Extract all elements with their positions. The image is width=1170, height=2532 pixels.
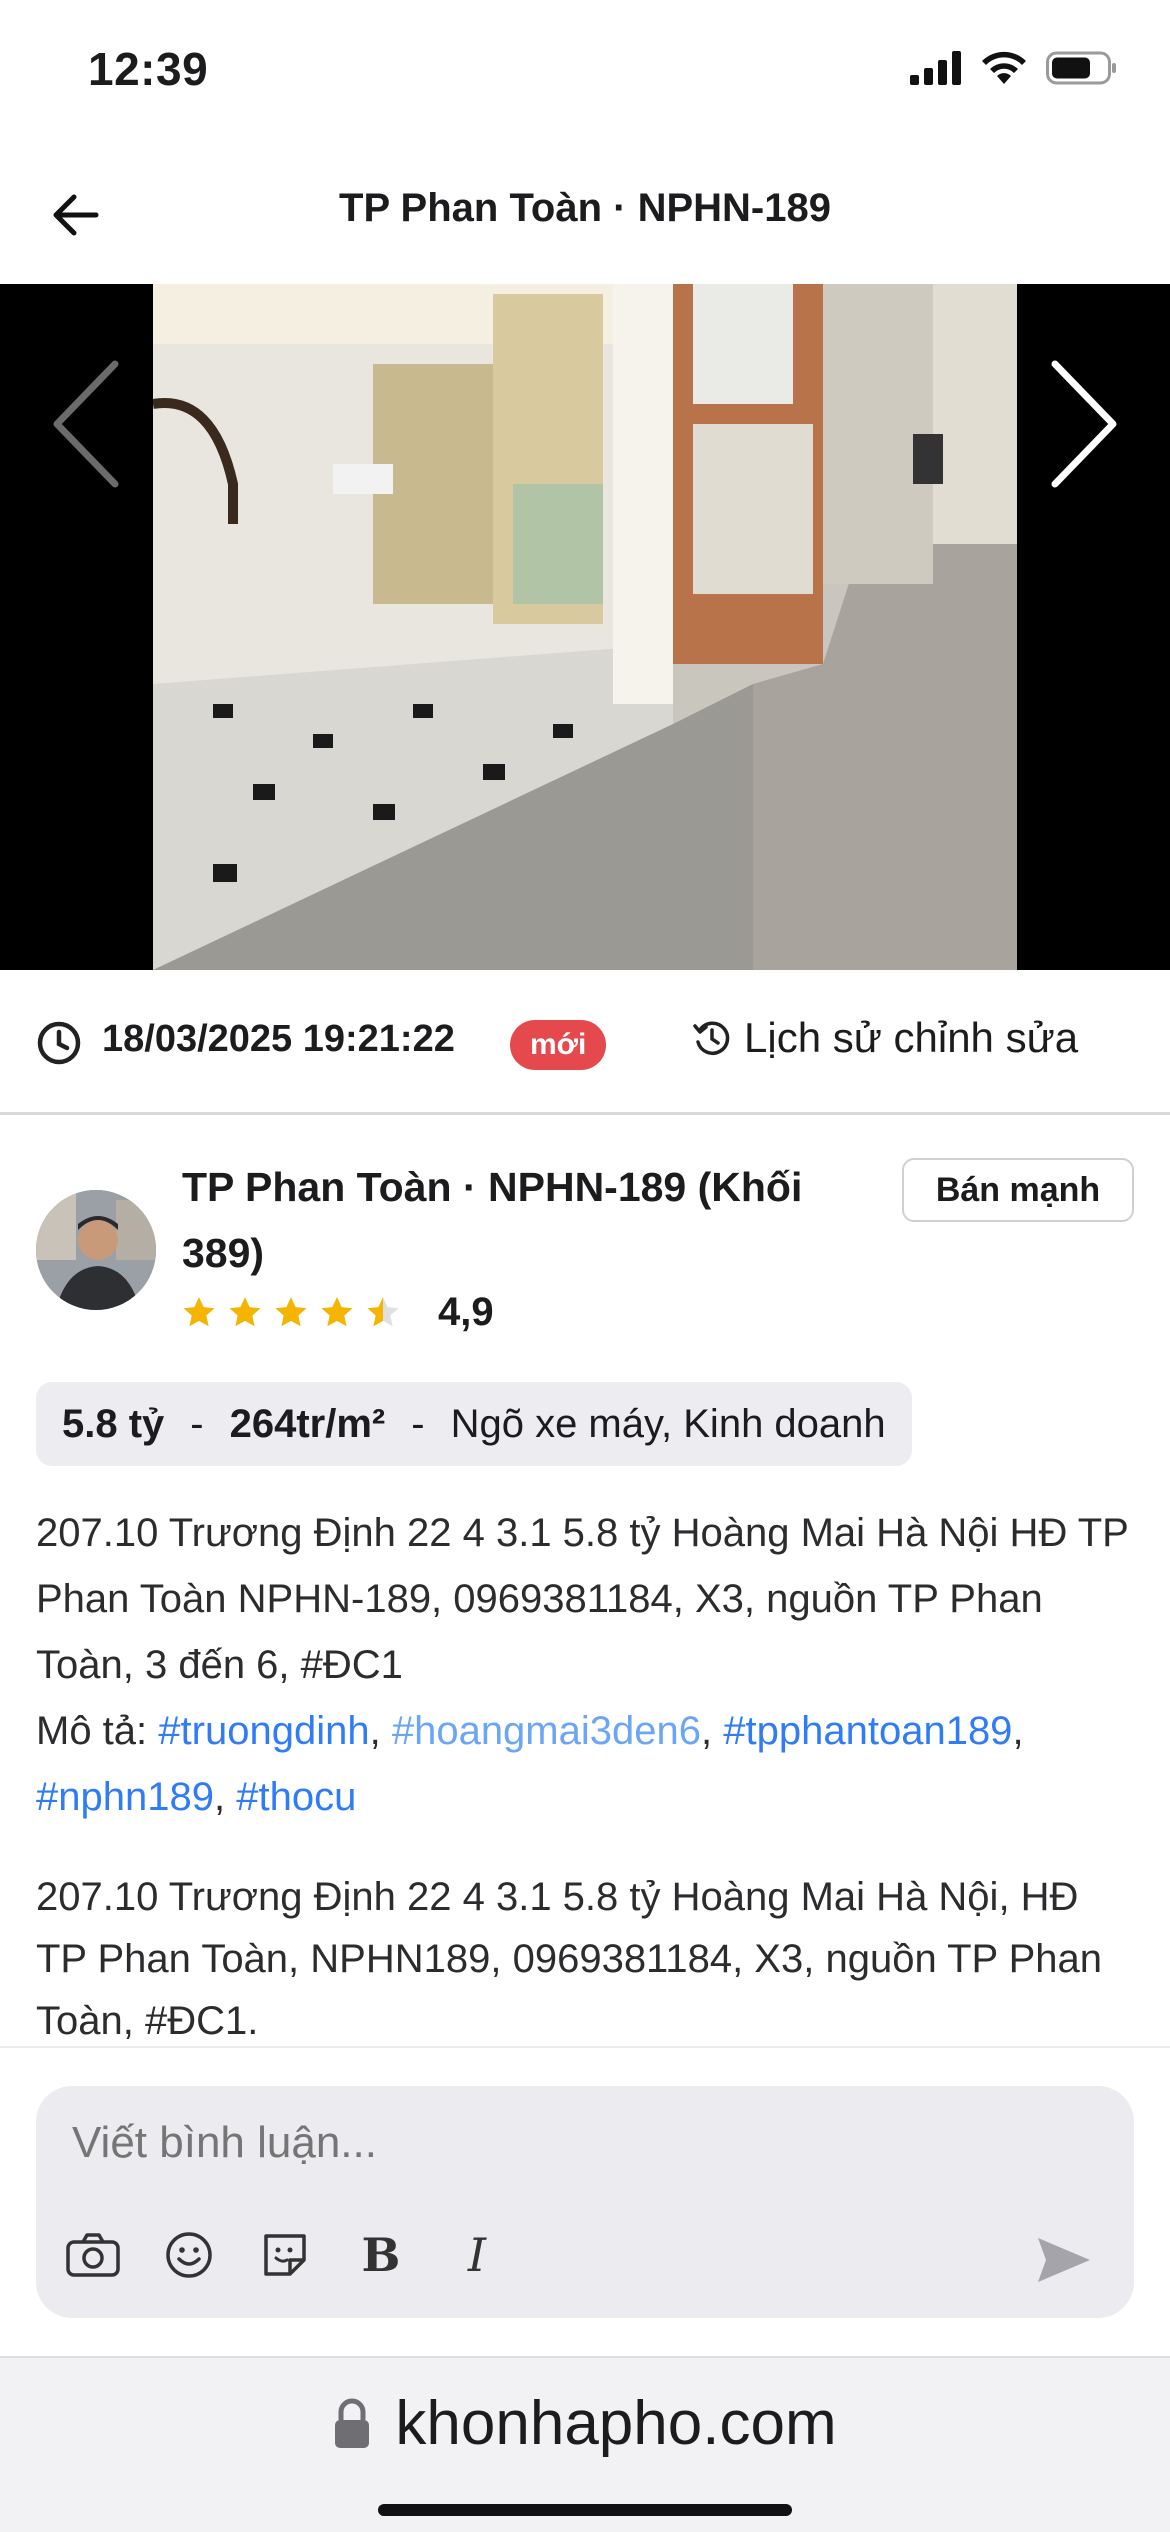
star-icon [275,1296,307,1326]
half-star-icon [367,1296,399,1326]
price-per-m2: 264tr/m² [229,1401,386,1446]
wifi-icon [982,51,1026,84]
listing-photo[interactable] [153,284,1017,970]
star-icon [229,1296,261,1326]
status-time: 12:39 [88,43,209,95]
hashtag-link[interactable]: #nphn189 [36,1775,214,1819]
star-icon [183,1296,215,1326]
price-separator: - [190,1401,204,1446]
listing-description-secondary: 207.10 Trương Định 22 4 3.1 5.8 tỷ Hoàng… [36,1875,1102,2043]
price-separator: - [411,1401,425,1446]
description-text: 207.10 Trương Định 22 4 3.1 5.8 tỷ Hoàng… [36,1511,1129,1687]
url-field[interactable]: khonhapho.com [0,2388,1170,2459]
comment-composer-area: B I [0,2046,1170,2356]
star-icon [321,1296,353,1326]
listing-meta-row: 18/03/2025 19:21:22 mới Lịch sử chỉnh sử… [0,970,1170,1115]
sticker-icon [264,2234,306,2276]
price-total: 5.8 tỷ [62,1401,165,1446]
photo-gallery[interactable] [0,284,1170,970]
seller-tag-badge: Bán mạnh [902,1158,1134,1222]
property-features: Ngõ xe máy, Kinh doanh [450,1401,886,1446]
price-summary-chip: 5.8 tỷ - 264tr/m² - Ngõ xe máy, Kinh doa… [36,1382,912,1466]
status-icons [910,50,1118,86]
mo-ta-label: Mô tả: [36,1709,148,1753]
rating-stars [180,1294,402,1332]
seller-name[interactable]: TP Phan Toàn · NPHN-189 (Khối 389) [182,1154,882,1286]
home-indicator[interactable] [378,2504,792,2516]
hashtag-link[interactable]: #truongdinh [158,1709,369,1753]
listing-description: 207.10 Trương Định 22 4 3.1 5.8 tỷ Hoàng… [36,1500,1136,1830]
new-badge: mới [510,1020,607,1070]
camera-icon [66,2233,120,2277]
hashtag-link[interactable]: #tpphantoan189 [723,1709,1012,1753]
clock-icon [37,1021,81,1065]
avatar-image [36,1190,156,1310]
rating-value: 4,9 [438,1290,494,1334]
sticker-button[interactable] [254,2224,316,2286]
comment-composer: B I [36,2086,1134,2318]
emoji-button[interactable] [158,2224,220,2286]
hashtag-comma: , [701,1709,713,1753]
next-photo-button[interactable] [1020,324,1150,524]
italic-button[interactable]: I [446,2224,508,2286]
page-title: TP Phan Toàn · NPHN-189 [339,186,831,230]
hashtag-link[interactable]: #hoangmai3den6 [392,1709,701,1753]
hashtag-comma: , [1012,1709,1024,1753]
seller-card: TP Phan Toàn · NPHN-189 (Khối 389) 4,9 B… [0,1118,1170,1368]
edit-history-link[interactable]: Lịch sử chỉnh sửa [692,1014,1078,1062]
composer-toolbar: B I [62,2224,508,2286]
italic-icon: I [467,2228,487,2282]
hashtag-link[interactable]: #thocu [236,1775,356,1819]
seller-rating: 4,9 [180,1290,494,1335]
comment-input[interactable] [72,2108,972,2178]
hashtag-comma: , [369,1709,381,1753]
url-text: khonhapho.com [395,2389,837,2458]
browser-address-bar: khonhapho.com [0,2356,1170,2532]
battery-icon [1046,51,1116,85]
listing-photo-image [153,284,1017,970]
bold-button[interactable]: B [350,2224,412,2286]
top-app-bar: TP Phan Toàn · NPHN-189 [0,150,1170,284]
chevron-right-icon [1051,360,1117,488]
send-button[interactable] [1034,2234,1104,2294]
chevron-left-icon [53,360,119,488]
hashtag-comma: , [213,1775,226,1819]
cellular-signal-icon [910,51,961,85]
emoji-icon [166,2232,212,2278]
lock-icon [335,2398,370,2448]
camera-button[interactable] [62,2224,124,2286]
posted-date: 18/03/2025 19:21:22 [102,1018,455,1060]
avatar[interactable] [36,1190,156,1310]
bold-icon: B [361,2228,401,2282]
previous-photo-button[interactable] [20,324,150,524]
edit-history-label: Lịch sử chỉnh sửa [744,1014,1079,1061]
history-icon [693,1021,730,1055]
send-icon [1038,2238,1090,2282]
status-bar: 12:39 [0,0,1170,150]
